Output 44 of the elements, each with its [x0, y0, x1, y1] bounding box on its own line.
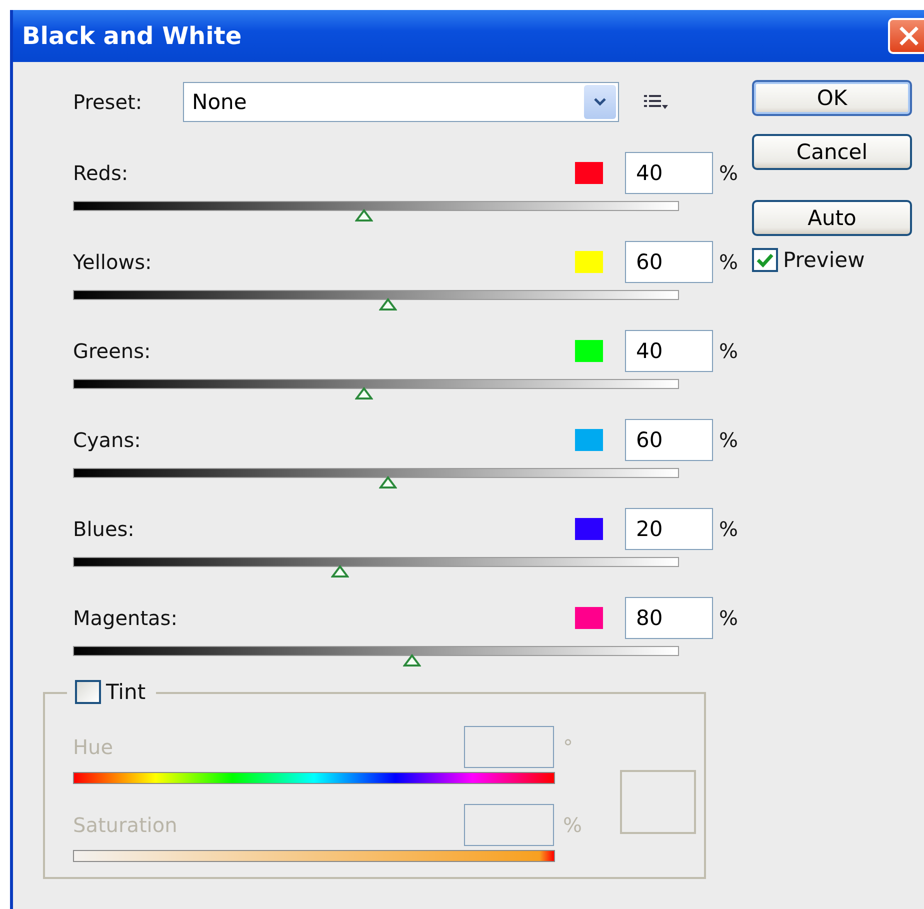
field-label: Hue — [73, 735, 114, 759]
percent-field[interactable]: 20 — [625, 508, 713, 550]
slider-thumb[interactable] — [403, 654, 422, 667]
preset-dropdown[interactable]: None — [183, 82, 619, 122]
slider-thumb[interactable] — [379, 298, 398, 311]
percent-unit: % — [719, 606, 740, 630]
list-menu-icon — [643, 93, 669, 111]
unit-label: ° — [563, 735, 574, 759]
channel-label: Cyans: — [73, 428, 142, 452]
percent-unit: % — [719, 428, 740, 452]
close-icon — [898, 25, 920, 47]
dialog-button[interactable]: Cancel — [752, 134, 912, 170]
percent-unit: % — [719, 161, 740, 185]
channel-label: Yellows: — [73, 250, 153, 274]
slider-thumb[interactable] — [330, 565, 349, 578]
slider-thumb[interactable] — [354, 209, 373, 222]
chevron-down-icon — [593, 97, 607, 107]
percent-unit: % — [719, 250, 740, 274]
preview-label: Preview — [783, 248, 865, 272]
slider-thumb[interactable] — [379, 476, 398, 489]
percent-field[interactable]: 40 — [625, 152, 713, 194]
preset-label: Preset: — [73, 90, 144, 114]
close-button[interactable] — [888, 18, 924, 54]
percent-unit: % — [719, 339, 740, 363]
percent-field[interactable]: 40 — [625, 330, 713, 372]
unit-label: % — [563, 813, 584, 837]
channel-label: Magentas: — [73, 606, 178, 630]
dialog-button[interactable]: Auto — [752, 200, 912, 236]
slider-thumb[interactable] — [354, 387, 373, 400]
tint-checkbox[interactable] — [75, 680, 101, 704]
channel-label: Blues: — [73, 517, 136, 541]
percent-field[interactable]: 60 — [625, 241, 713, 283]
field-label: Saturation — [73, 813, 178, 837]
window-title: Black and White — [22, 22, 242, 50]
channel-label: Reds: — [73, 161, 130, 185]
percent-field[interactable]: 60 — [625, 419, 713, 461]
preview-checkbox[interactable] — [752, 248, 778, 272]
percent-unit: % — [719, 517, 740, 541]
preset-options-button[interactable] — [643, 93, 669, 111]
dialog-button[interactable]: OK — [752, 80, 912, 116]
percent-field[interactable]: 80 — [625, 597, 713, 639]
channel-label: Greens: — [73, 339, 152, 363]
tint-label: Tint — [106, 680, 146, 704]
check-icon — [756, 252, 774, 268]
